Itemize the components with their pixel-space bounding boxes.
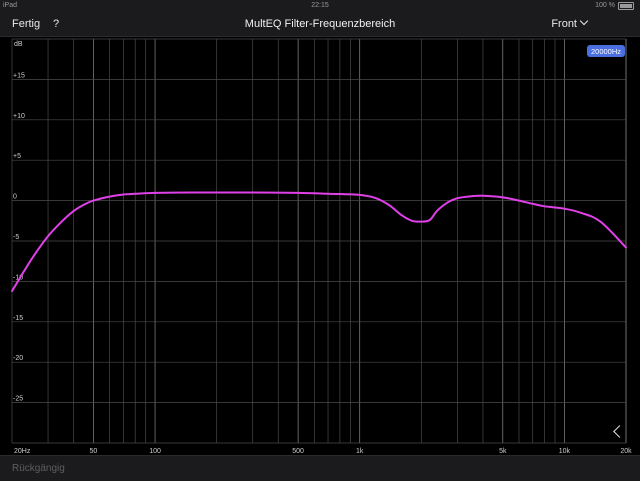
x-tick-label: 10k — [559, 448, 571, 455]
status-bar: iPad 22:15 100 % — [0, 0, 640, 12]
x-tick-label: 500 — [292, 448, 304, 455]
y-axis-label: dB — [14, 41, 23, 48]
battery-status: 100 % — [595, 0, 634, 12]
x-tick-label: 5k — [499, 448, 507, 455]
x-tick-label: 50 — [90, 448, 98, 455]
frequency-marker-label: 20000Hz — [591, 47, 621, 56]
x-tick-label: 20Hz — [14, 448, 31, 455]
y-tick-label: -15 — [13, 315, 23, 322]
x-tick-label: 1k — [356, 448, 364, 455]
channel-select[interactable]: Front — [551, 12, 589, 36]
x-tick-label: 20k — [620, 448, 632, 455]
y-tick-label: -5 — [13, 234, 19, 241]
battery-percent: 100 % — [595, 2, 615, 9]
response-curve — [11, 191, 627, 293]
y-tick-label: +15 — [13, 72, 25, 79]
channel-select-label: Front — [551, 18, 577, 30]
page-title: MultEQ Filter-Frequenzbereich — [244, 18, 396, 30]
y-tick-label: 0 — [13, 194, 17, 201]
y-tick-label: -25 — [13, 396, 23, 403]
undo-button[interactable]: Rückgängig — [12, 456, 65, 481]
y-tick-label: +10 — [13, 113, 25, 120]
y-tick-label: +5 — [13, 153, 21, 160]
bottom-toolbar: Rückgängig — [0, 455, 640, 481]
chart-canvas: +15+10+50-5-10-15-20-25dB20Hz 50 100 500 1k 5… — [11, 38, 632, 455]
x-tick-label: 100 — [149, 448, 161, 455]
chevron-down-icon — [579, 16, 589, 26]
chevron-left-icon[interactable] — [612, 425, 624, 439]
frequency-response-chart: +15 +10 +5 0 -5 -10 -15 -20 -25 dB 20Hz 50 100 500 1k 5… — [0, 37, 640, 455]
top-toolbar: Fertig ? MultEQ Filter-Frequenzbereich F… — [0, 12, 640, 37]
help-button[interactable]: ? — [53, 12, 59, 36]
clock: 22:15 — [311, 2, 329, 9]
battery-icon — [618, 2, 634, 10]
done-button[interactable]: Fertig — [12, 12, 40, 36]
y-tick-label: -20 — [13, 355, 23, 362]
